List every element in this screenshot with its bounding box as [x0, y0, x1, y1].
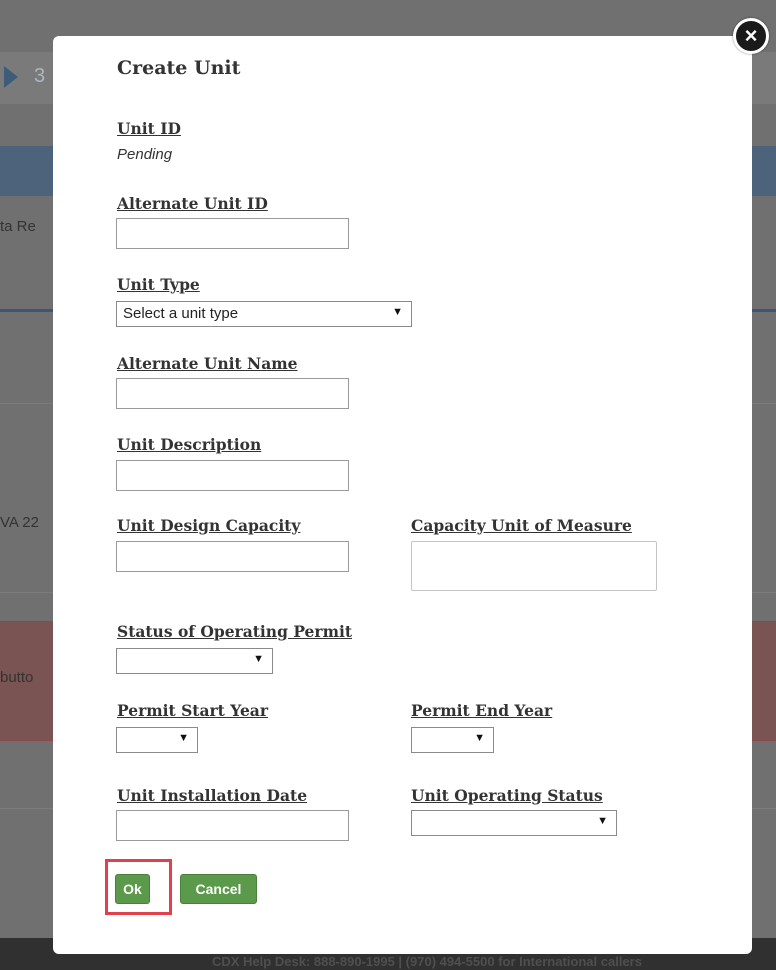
breadcrumb-arrow-icon — [4, 66, 18, 88]
status-of-operating-permit-label: Status of Operating Permit — [117, 622, 353, 641]
permit-start-year-select[interactable]: ▼ — [116, 727, 198, 753]
alternate-unit-name-input[interactable] — [116, 378, 349, 409]
capacity-unit-of-measure-input[interactable] — [411, 541, 657, 591]
unit-installation-date-input[interactable] — [116, 810, 349, 841]
create-unit-dialog: Create Unit Unit ID Pending Alternate Un… — [53, 36, 752, 954]
permit-end-year-select[interactable]: ▼ — [411, 727, 494, 753]
chevron-down-icon: ▼ — [474, 732, 485, 744]
unit-operating-status-select[interactable]: ▼ — [411, 810, 617, 836]
unit-id-value: Pending — [117, 146, 173, 163]
permit-end-year-label: Permit End Year — [411, 701, 553, 720]
unit-description-label: Unit Description — [117, 435, 262, 454]
unit-operating-status-label: Unit Operating Status — [411, 786, 603, 805]
footer-helpdesk-text: CDX Help Desk: 888-890-1995 | (970) 494-… — [212, 954, 642, 969]
dialog-title: Create Unit — [117, 57, 241, 79]
background-text: VA 22 — [0, 514, 39, 531]
unit-type-label: Unit Type — [117, 275, 200, 294]
alternate-unit-name-label: Alternate Unit Name — [117, 354, 298, 373]
background-text: ta Re — [0, 218, 36, 235]
capacity-unit-of-measure-label: Capacity Unit of Measure — [411, 516, 632, 535]
chevron-down-icon: ▼ — [597, 815, 608, 827]
permit-start-year-label: Permit Start Year — [117, 701, 269, 720]
unit-type-selected-value: Select a unit type — [123, 305, 239, 322]
alternate-unit-id-input[interactable] — [116, 218, 349, 249]
background-text: butto — [0, 669, 34, 686]
status-of-operating-permit-select[interactable]: ▼ — [116, 648, 273, 674]
alternate-unit-id-label: Alternate Unit ID — [117, 194, 268, 213]
cancel-button[interactable]: Cancel — [180, 874, 257, 904]
unit-description-input[interactable] — [116, 460, 349, 491]
chevron-down-icon: ▼ — [253, 653, 264, 665]
unit-design-capacity-label: Unit Design Capacity — [117, 516, 301, 535]
unit-installation-date-label: Unit Installation Date — [117, 786, 308, 805]
unit-design-capacity-input[interactable] — [116, 541, 349, 572]
breadcrumb-step-number: 3 — [34, 65, 46, 87]
ok-button[interactable]: Ok — [115, 874, 150, 904]
close-icon[interactable]: × — [733, 18, 769, 54]
unit-type-select[interactable]: Select a unit type ▼ — [116, 301, 412, 327]
chevron-down-icon: ▼ — [392, 306, 403, 318]
chevron-down-icon: ▼ — [178, 732, 189, 744]
unit-id-label: Unit ID — [117, 119, 181, 138]
